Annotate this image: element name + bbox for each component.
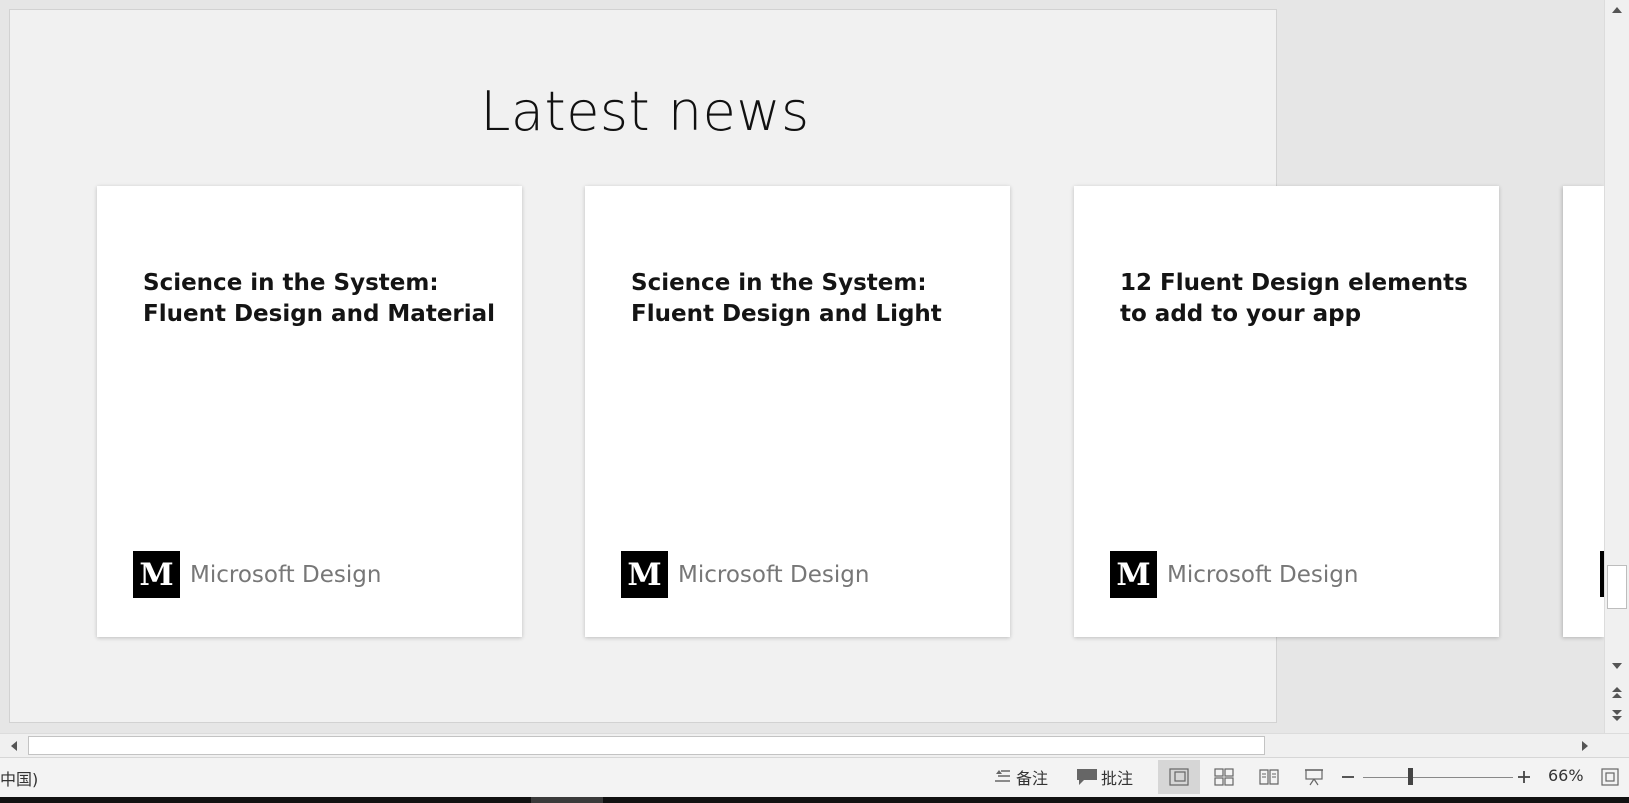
scroll-left-button[interactable] [3,734,25,757]
minus-icon [1342,776,1354,778]
medium-logo-icon: M [621,551,668,598]
card-title: Science in the System: Fluent Design and… [143,270,496,327]
normal-view-button[interactable] [1158,760,1200,794]
next-slide-button[interactable] [1605,705,1629,725]
zoom-slider-track[interactable] [1363,777,1513,778]
comment-icon [1077,769,1097,785]
news-card-partial[interactable] [1563,186,1604,637]
news-card[interactable]: Science in the System: Fluent Design and… [97,186,522,637]
chevron-down-icon [1612,663,1622,669]
vertical-scroll-thumb[interactable] [1607,565,1627,609]
taskbar-item[interactable] [531,797,603,803]
horizontal-scroll-thumb[interactable] [28,736,1265,755]
zoom-level[interactable]: 66% [1548,766,1584,785]
slide-workspace[interactable]: Latest news Science in the System: Fluen… [0,0,1604,733]
medium-logo-icon: M [1110,551,1157,598]
normal-view-icon [1169,768,1189,786]
horizontal-scrollbar[interactable] [0,733,1629,757]
chevron-up-icon [1612,7,1622,13]
slideshow-button[interactable] [1293,760,1335,794]
fit-to-window-button[interactable] [1601,764,1619,790]
previous-slide-button[interactable] [1605,682,1629,702]
reading-view-button[interactable] [1248,760,1290,794]
zoom-in-button[interactable] [1517,764,1531,790]
card-source: M Microsoft Design [1110,551,1358,598]
source-name: Microsoft Design [678,561,870,588]
scroll-up-button[interactable] [1605,0,1629,20]
news-card[interactable]: Science in the System: Fluent Design and… [585,186,1010,637]
notes-button[interactable]: 备注 [994,764,1048,790]
notes-icon [995,770,1010,782]
slide-title[interactable]: Latest news [0,80,1290,143]
double-chevron-down-icon [1612,709,1622,721]
taskbar-strip [0,797,1629,803]
zoom-out-button[interactable] [1341,764,1355,790]
card-title: 12 Fluent Design elements to add to your… [1120,270,1468,327]
language-indicator[interactable]: 中国) [0,766,38,790]
source-name: Microsoft Design [1167,561,1359,588]
chevron-right-icon [1582,740,1588,751]
chevron-left-icon [11,740,17,751]
double-chevron-up-icon [1612,686,1622,698]
zoom-slider-thumb[interactable] [1408,768,1413,785]
reading-view-icon [1259,769,1279,785]
vertical-scrollbar[interactable] [1604,0,1629,733]
card-source: M Microsoft Design [621,551,869,598]
slide-sorter-button[interactable] [1203,760,1245,794]
scroll-down-button[interactable] [1605,656,1629,676]
comments-label: 批注 [1101,769,1134,788]
comments-button[interactable]: 批注 [1076,764,1133,790]
card-title: Science in the System: Fluent Design and… [631,270,942,327]
slideshow-icon [1305,769,1323,786]
news-card[interactable]: 12 Fluent Design elements to add to your… [1074,186,1499,637]
status-bar: 中国) 备注 批注 66% [0,757,1629,797]
plus-icon [1518,771,1530,783]
slide-sorter-icon [1214,768,1234,786]
medium-logo-icon: M [133,551,180,598]
source-name: Microsoft Design [190,561,382,588]
card-source: M Microsoft Design [133,551,381,598]
scroll-right-button[interactable] [1574,734,1596,757]
notes-label: 备注 [1016,769,1049,788]
fit-to-window-icon [1601,768,1619,786]
